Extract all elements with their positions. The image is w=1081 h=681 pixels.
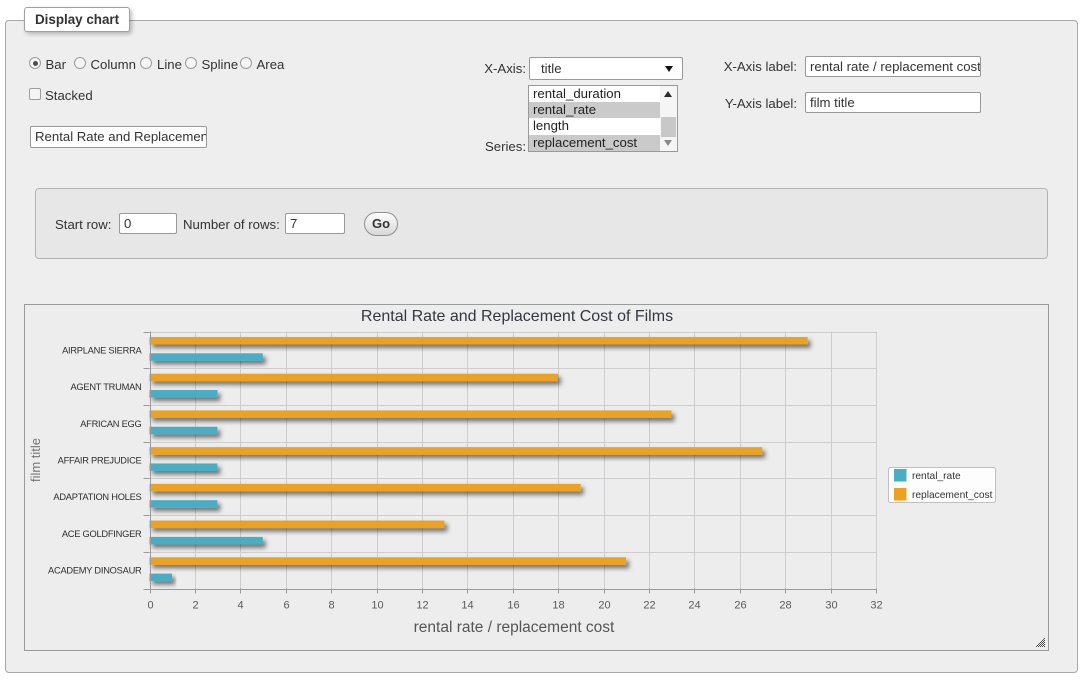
svg-text:18: 18 [552, 600, 564, 612]
svg-text:rental rate / replacement cost: rental rate / replacement cost [414, 619, 615, 636]
svg-text:8: 8 [328, 600, 334, 612]
svg-text:12: 12 [416, 600, 428, 612]
svg-text:0: 0 [147, 600, 153, 612]
svg-text:30: 30 [825, 600, 837, 612]
svg-text:AFRICAN EGG: AFRICAN EGG [80, 419, 141, 429]
svg-text:26: 26 [734, 600, 746, 612]
svg-text:32: 32 [870, 600, 882, 612]
svg-text:2: 2 [192, 600, 198, 612]
svg-text:replacement_cost: replacement_cost [912, 490, 993, 501]
svg-text:16: 16 [507, 600, 519, 612]
svg-text:Rental Rate and Replacement Co: Rental Rate and Replacement Cost of Film… [361, 308, 673, 325]
svg-text:AFFAIR PREJUDICE: AFFAIR PREJUDICE [58, 456, 142, 466]
svg-text:10: 10 [371, 600, 383, 612]
svg-text:AGENT TRUMAN: AGENT TRUMAN [70, 382, 141, 392]
svg-text:rental_rate: rental_rate [912, 471, 961, 482]
svg-text:14: 14 [461, 600, 473, 612]
svg-text:22: 22 [643, 600, 655, 612]
svg-text:20: 20 [598, 600, 610, 612]
svg-text:4: 4 [237, 600, 243, 612]
svg-text:film title: film title [28, 438, 43, 482]
svg-text:ACADEMY DINOSAUR: ACADEMY DINOSAUR [48, 566, 142, 576]
svg-text:ACE GOLDFINGER: ACE GOLDFINGER [62, 529, 142, 539]
svg-text:AIRPLANE SIERRA: AIRPLANE SIERRA [62, 345, 142, 355]
svg-text:24: 24 [688, 600, 700, 612]
svg-text:ADAPTATION HOLES: ADAPTATION HOLES [53, 492, 141, 502]
svg-text:28: 28 [779, 600, 791, 612]
svg-text:6: 6 [283, 600, 289, 612]
